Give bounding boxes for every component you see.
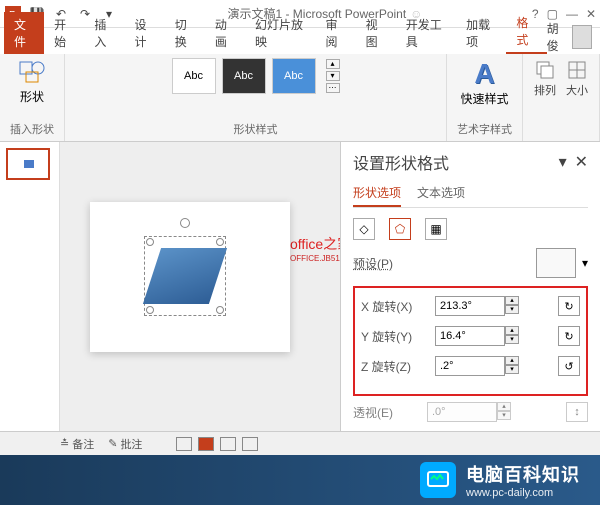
x-rotation-label: X 旋转(X): [361, 298, 429, 315]
reading-view-icon[interactable]: [220, 437, 236, 451]
tab-review[interactable]: 审阅: [315, 12, 355, 54]
smiley-icon: ☺: [410, 7, 422, 21]
rotation-highlight: X 旋转(X) ▴▾ ↻ Y 旋转(Y) ▴▾ ↻ Z 旋转(Z): [353, 286, 588, 396]
tab-file[interactable]: 文件: [4, 12, 44, 54]
perspective-input: [427, 402, 497, 422]
wordart-icon: A: [474, 58, 494, 90]
tab-home[interactable]: 开始: [44, 12, 84, 54]
tab-transition[interactable]: 切换: [165, 12, 205, 54]
quick-styles-button[interactable]: A 快速样式: [460, 58, 508, 107]
quick-styles-label: 快速样式: [460, 90, 508, 107]
size-properties-icon[interactable]: ▦: [425, 218, 447, 240]
rotation-handle[interactable]: [180, 218, 190, 228]
ribbon-collapse-icon[interactable]: ▢: [547, 7, 558, 21]
pane-title: 设置形状格式: [353, 150, 449, 174]
normal-view-icon[interactable]: [176, 437, 192, 451]
x-rotation-reset[interactable]: ↻: [558, 296, 580, 316]
arrange-label: 排列: [534, 82, 556, 98]
pane-tab-text[interactable]: 文本选项: [417, 180, 465, 207]
minimize-icon[interactable]: —: [566, 7, 578, 21]
tab-developer[interactable]: 开发工具: [396, 12, 456, 54]
effects-icon[interactable]: ⬠: [389, 218, 411, 240]
brand-footer: 电脑百科知识 www.pc-daily.com: [0, 455, 600, 505]
z-rotation-reset[interactable]: ↺: [558, 356, 580, 376]
shape-styles-group-label: 形状样式: [234, 121, 278, 137]
y-rotation-label: Y 旋转(Y): [361, 328, 429, 345]
close-icon[interactable]: ✕: [586, 7, 596, 21]
ribbon-tabs: 文件 开始 插入 设计 切换 动画 幻灯片放映 审阅 视图 开发工具 加载项 格…: [0, 28, 600, 54]
tab-addins[interactable]: 加载项: [456, 12, 506, 54]
z-rotation-label: Z 旋转(Z): [361, 358, 429, 375]
shape-style-1[interactable]: Abc: [172, 58, 216, 94]
perspective-reset: ↕: [566, 402, 588, 422]
resize-handle-sw[interactable]: [146, 306, 154, 314]
statusbar: ≛ 备注 ✎ 批注: [0, 431, 600, 455]
shape-style-2[interactable]: Abc: [222, 58, 266, 94]
pane-dropdown-icon[interactable]: ▾: [559, 152, 567, 172]
pane-close-icon[interactable]: ✕: [575, 152, 588, 172]
resize-handle-nw[interactable]: [146, 238, 154, 246]
comments-button[interactable]: ✎ 批注: [108, 436, 142, 452]
tab-format[interactable]: 格式: [506, 10, 546, 54]
y-rotation-reset[interactable]: ↻: [558, 326, 580, 346]
z-rotation-spinner[interactable]: ▴▾: [505, 356, 519, 376]
resize-handle-ne[interactable]: [216, 238, 224, 246]
avatar[interactable]: [572, 25, 592, 49]
perspective-label: 透视(E): [353, 404, 421, 421]
preset-dropdown-icon[interactable]: ▾: [582, 256, 588, 270]
insert-shapes-group-label: 插入形状: [10, 121, 54, 137]
brand-name: 电脑百科知识: [466, 461, 580, 487]
shapes-label: 形状: [20, 88, 44, 105]
y-rotation-input[interactable]: [435, 326, 505, 346]
shapes-button[interactable]: 形状: [18, 58, 46, 105]
tab-view[interactable]: 视图: [356, 12, 396, 54]
sorter-view-icon[interactable]: [198, 437, 214, 451]
shape-style-3[interactable]: Abc: [272, 58, 316, 94]
x-rotation-spinner[interactable]: ▴▾: [505, 296, 519, 316]
y-rotation-spinner[interactable]: ▴▾: [505, 326, 519, 346]
resize-handle-se[interactable]: [216, 306, 224, 314]
notes-button[interactable]: ≛ 备注: [60, 436, 94, 452]
size-button[interactable]: 大小: [565, 58, 589, 98]
fill-line-icon[interactable]: ◇: [353, 218, 375, 240]
slideshow-view-icon[interactable]: [242, 437, 258, 451]
style-gallery-more[interactable]: ▴▾⋯: [326, 59, 340, 93]
z-rotation-input[interactable]: [435, 356, 505, 376]
wordart-group-label: 艺术字样式: [457, 121, 512, 137]
brand-monitor-icon: [420, 462, 456, 498]
user-name[interactable]: 胡俊: [547, 20, 567, 54]
slide-thumbnail-1[interactable]: [6, 148, 50, 180]
slide[interactable]: [90, 202, 290, 352]
arrange-button[interactable]: 排列: [533, 58, 557, 98]
pane-tab-shape[interactable]: 形状选项: [353, 180, 401, 207]
tab-design[interactable]: 设计: [125, 12, 165, 54]
tab-slideshow[interactable]: 幻灯片放映: [245, 12, 315, 54]
brand-url: www.pc-daily.com: [466, 487, 580, 499]
perspective-spinner: ▴▾: [497, 402, 511, 422]
selected-shape[interactable]: [150, 242, 220, 310]
x-rotation-input[interactable]: [435, 296, 505, 316]
preset-dropdown[interactable]: [536, 248, 576, 278]
preset-label: 预设(P): [353, 255, 393, 272]
tab-insert[interactable]: 插入: [84, 12, 124, 54]
tab-animation[interactable]: 动画: [205, 12, 245, 54]
ribbon: 形状 插入形状 Abc Abc Abc ▴▾⋯ 形状样式 A 快速样式 艺术字样…: [0, 54, 600, 142]
parallelogram-shape[interactable]: [143, 248, 227, 304]
size-label: 大小: [566, 82, 588, 98]
